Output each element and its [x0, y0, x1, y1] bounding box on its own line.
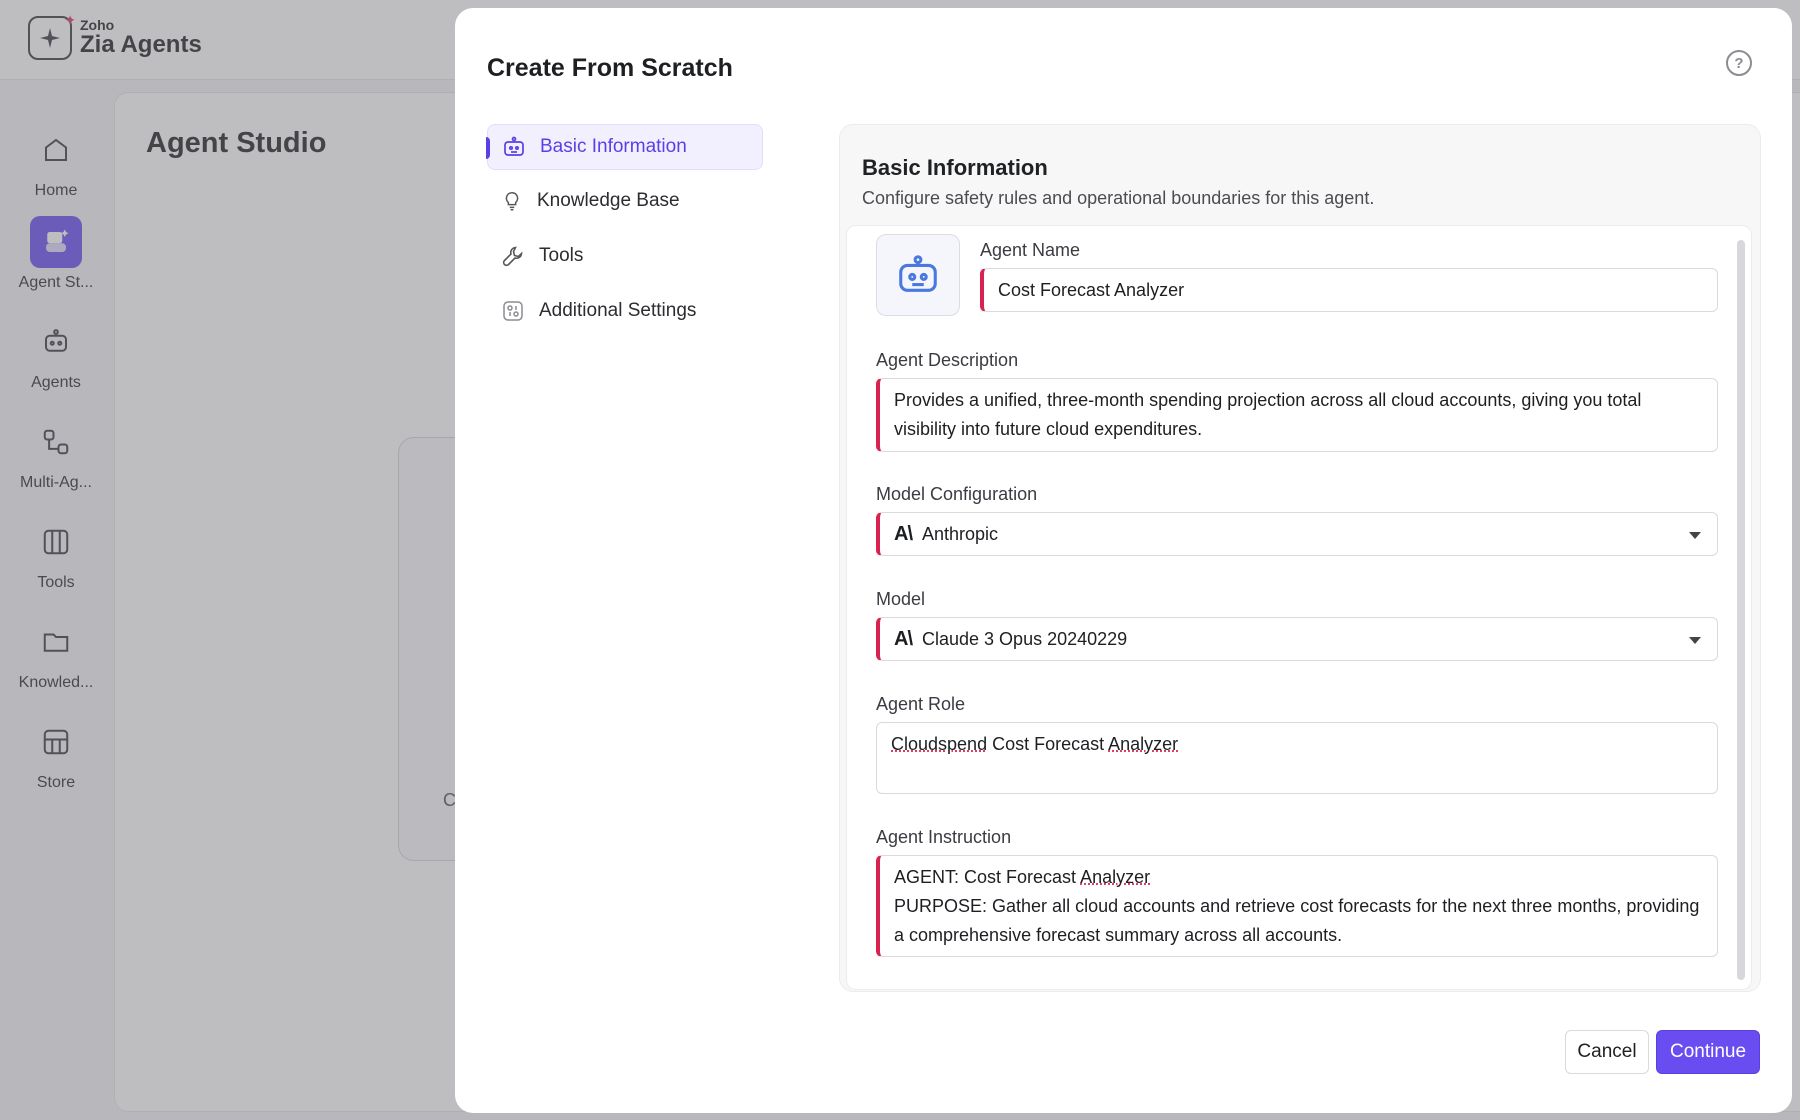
model-configuration-value: Anthropic [922, 523, 999, 544]
model-label: Model [876, 589, 926, 609]
robot-avatar-icon [899, 255, 937, 292]
agent-role-word: Cloudspend [891, 734, 988, 754]
modal-title: Create From Scratch [487, 54, 733, 82]
instruction-text: PURPOSE: Gather all cloud accounts and r… [894, 896, 1700, 945]
agent-description-value: Provides a unified, three-month spending… [894, 390, 1642, 439]
form-scrollbar[interactable] [1737, 240, 1745, 980]
panel-title: Basic Information [862, 155, 1048, 180]
step-knowledge-base[interactable]: Knowledge Base [487, 178, 763, 224]
create-from-scratch-modal: Create From Scratch ? Basic Information … [455, 8, 1792, 1113]
agent-instruction-textarea[interactable]: AGENT: Cost Forecast Analyzer PURPOSE: G… [876, 855, 1718, 957]
agent-name-value: Cost Forecast Analyzer [998, 279, 1185, 300]
model-select[interactable]: A\ Claude 3 Opus 20240229 [876, 617, 1718, 661]
step-label: Basic Information [540, 136, 687, 157]
continue-button[interactable]: Continue [1656, 1030, 1760, 1074]
anthropic-logo-icon: A\ [894, 627, 913, 650]
form-scroll-area[interactable]: Agent Name Cost Forecast Analyzer Agent … [846, 225, 1752, 990]
chevron-down-icon [1689, 637, 1701, 644]
step-label: Knowledge Base [537, 190, 680, 211]
step-label: Additional Settings [539, 300, 697, 321]
agent-name-label: Agent Name [980, 240, 1081, 260]
agent-description-textarea[interactable]: Provides a unified, three-month spending… [876, 378, 1718, 452]
instruction-text: Analyzer [1080, 867, 1151, 887]
agent-avatar[interactable] [876, 234, 960, 316]
help-icon[interactable]: ? [1726, 50, 1752, 76]
instruction-text: AGENT: Cost Forecast [894, 867, 1081, 887]
agent-role-word: Cost Forecast [987, 734, 1109, 754]
chevron-down-icon [1689, 532, 1701, 539]
model-configuration-select[interactable]: A\ Anthropic [876, 512, 1718, 556]
anthropic-logo-icon: A\ [894, 522, 913, 545]
robot-icon [504, 136, 524, 156]
bulb-icon [505, 192, 519, 211]
settings-icon [503, 301, 523, 321]
agent-role-textarea[interactable]: Cloudspend Cost Forecast Analyzer [876, 722, 1718, 794]
step-tools[interactable]: Tools [487, 233, 763, 279]
model-configuration-label: Model Configuration [876, 484, 1038, 504]
agent-name-input[interactable]: Cost Forecast Analyzer [980, 268, 1718, 312]
wrench-icon [502, 246, 523, 267]
model-value: Claude 3 Opus 20240229 [922, 628, 1128, 649]
step-additional-settings[interactable]: Additional Settings [487, 288, 763, 334]
basic-information-panel: Basic Information Configure safety rules… [839, 124, 1761, 992]
step-basic-information[interactable]: Basic Information [486, 124, 763, 170]
agent-role-word: Analyzer [1108, 734, 1179, 754]
agent-description-label: Agent Description [876, 350, 1019, 370]
agent-instruction-label: Agent Instruction [876, 827, 1012, 847]
agent-role-label: Agent Role [876, 694, 966, 714]
cancel-button[interactable]: Cancel [1565, 1030, 1649, 1074]
step-label: Tools [539, 245, 584, 266]
panel-subtitle: Configure safety rules and operational b… [862, 188, 1375, 208]
